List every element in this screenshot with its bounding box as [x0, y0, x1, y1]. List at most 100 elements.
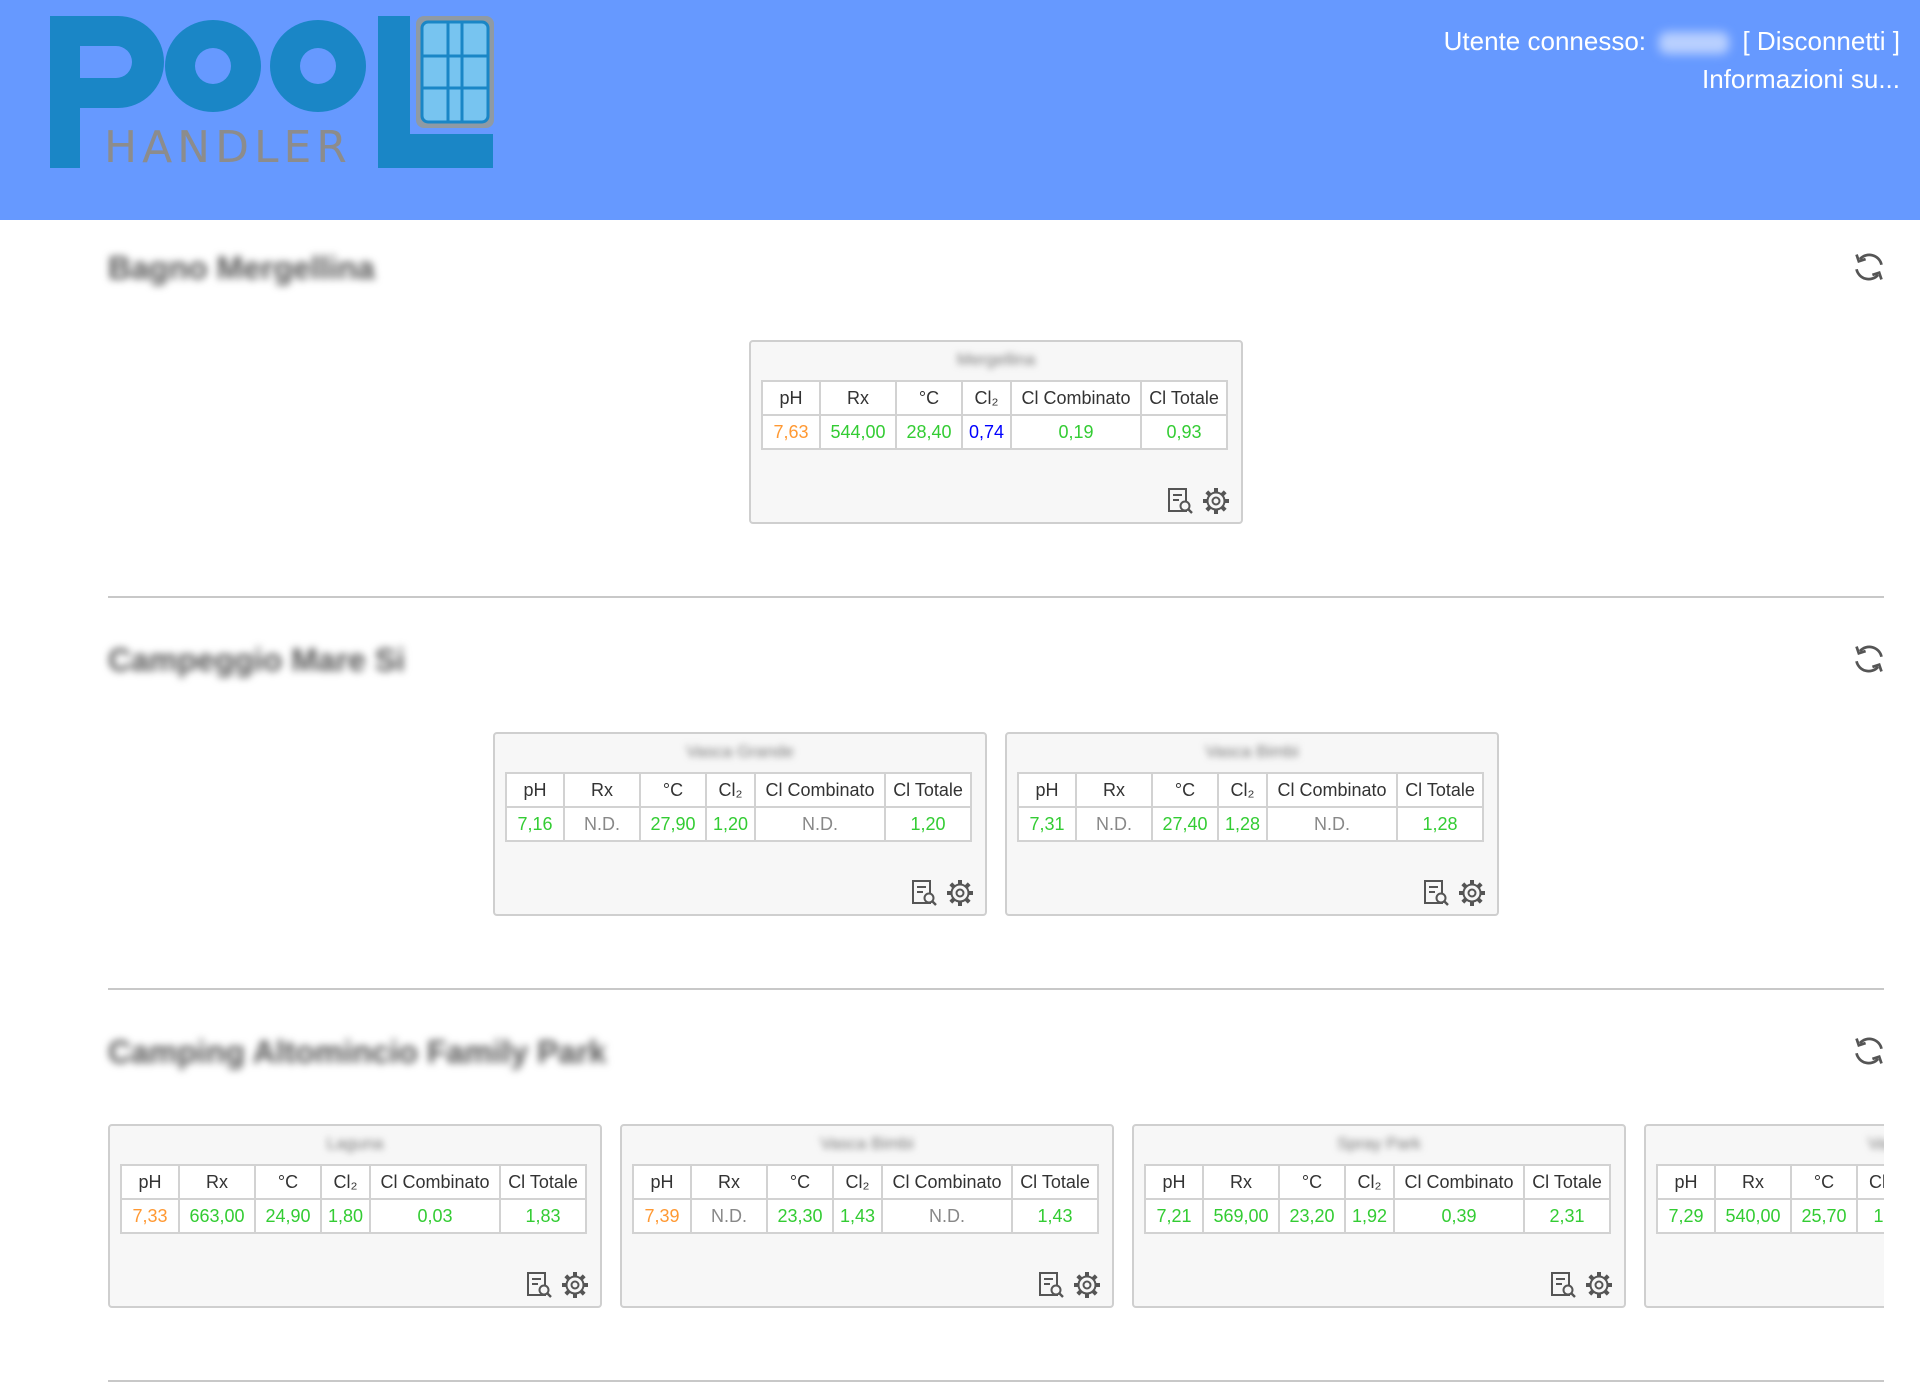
pool-card: Vasca Grande pH Rx °C Cl₂ Cl Combinato Cl Tota…	[493, 732, 987, 916]
pool-card: Vasca pHRx°CCl₂Cl CombinatoCl Totale7,295…	[1644, 1124, 1884, 1308]
report-search-icon[interactable]	[1165, 486, 1195, 516]
section-divider	[108, 596, 1884, 598]
measure-value: 0,74	[960, 414, 1013, 450]
values-row: 7,16 N.D. 27,90 1,20 N.D. 1,20	[505, 806, 973, 842]
gear-icon[interactable]	[945, 878, 975, 908]
disconnect-link[interactable]: [ Disconnetti ]	[1742, 26, 1900, 56]
column-header: Cl Combinato	[1010, 380, 1143, 416]
measure-value: 569,00	[1202, 1198, 1280, 1234]
gear-icon[interactable]	[560, 1270, 590, 1300]
header-row: pHRx°CCl₂Cl CombinatoCl Totale	[120, 1164, 588, 1200]
refresh-button[interactable]	[1852, 642, 1892, 682]
column-header: Cl Totale	[1011, 1164, 1100, 1200]
refresh-icon[interactable]	[1852, 250, 1886, 284]
values-row: 7,21 569,00 23,20 1,92 0,39 2,31	[1144, 1198, 1612, 1234]
column-header: pH	[505, 772, 565, 808]
svg-text:HANDLER: HANDLER	[104, 122, 352, 172]
refresh-button[interactable]	[1852, 250, 1892, 290]
measure-value: 25,70	[1790, 1198, 1858, 1234]
column-header: Rx	[819, 380, 897, 416]
header-row: pHRx°CCl₂Cl CombinatoCl Totale	[761, 380, 1229, 416]
site-title: Camping Altomincio Family Park	[108, 1034, 607, 1070]
gear-icon[interactable]	[1072, 1270, 1102, 1300]
pool-card: Vasca Bimbi pH Rx °C Cl₂ Cl Combinato Cl Total…	[620, 1124, 1114, 1308]
measures-table: pH Rx °C Cl₂ Cl Combinato Cl Totale 7,63 544,00…	[761, 380, 1229, 450]
column-header: °C	[254, 1164, 322, 1200]
info-link[interactable]: Informazioni su...	[1444, 60, 1900, 98]
measures-table: pH Rx °C Cl₂ Cl Combinato Cl Totale 7,33 663,00…	[120, 1164, 588, 1234]
measure-value: 1,20	[704, 806, 757, 842]
measure-value: 7,31	[1017, 806, 1077, 842]
pool-card: Vasca Bimbi pH Rx °C Cl₂ Cl Combinato Cl Total…	[1005, 732, 1499, 916]
column-header: Cl Combinato	[754, 772, 887, 808]
pool-card: Mergellina pH Rx °C Cl₂ Cl Combinato Cl Totale…	[749, 340, 1243, 524]
measure-value: N.D.	[1266, 806, 1399, 842]
report-search-icon[interactable]	[1421, 878, 1451, 908]
refresh-icon[interactable]	[1852, 642, 1886, 676]
pool-cards-row: Laguna pH Rx °C Cl₂ Cl Combinato Cl Totale 7,33…	[108, 1124, 1884, 1314]
pool-name: Vasca	[1868, 1134, 1884, 1153]
report-search-icon[interactable]	[909, 878, 939, 908]
column-header: Cl Totale	[1140, 380, 1229, 416]
card-actions	[909, 878, 975, 908]
header-row: pHRx°CCl₂Cl CombinatoCl Totale	[1144, 1164, 1612, 1200]
measure-value: 540,00	[1714, 1198, 1792, 1234]
measure-value: 0,03	[369, 1198, 502, 1234]
column-header: Cl₂	[960, 380, 1013, 416]
column-header: pH	[1144, 1164, 1204, 1200]
measure-value: 0,39	[1393, 1198, 1526, 1234]
measure-value: N.D.	[1075, 806, 1153, 842]
column-header: pH	[120, 1164, 180, 1200]
pool-name: Vasca Bimbi	[820, 1134, 914, 1153]
measure-value: N.D.	[881, 1198, 1014, 1234]
column-header: pH	[761, 380, 821, 416]
gear-icon[interactable]	[1201, 486, 1231, 516]
values-row: 7,31 N.D. 27,40 1,28 N.D. 1,28	[1017, 806, 1485, 842]
report-search-icon[interactable]	[1036, 1270, 1066, 1300]
pool-name: Laguna	[326, 1134, 384, 1153]
pool-card: Spray Park pH Rx °C Cl₂ Cl Combinato Cl Totale…	[1132, 1124, 1626, 1308]
card-actions	[1421, 878, 1487, 908]
measure-value: 0,19	[1010, 414, 1143, 450]
measure-value: 7,21	[1144, 1198, 1204, 1234]
refresh-button[interactable]	[1852, 1034, 1892, 1074]
values-row: 7,33 663,00 24,90 1,80 0,03 1,83	[120, 1198, 588, 1234]
measure-value: 27,90	[639, 806, 707, 842]
user-label: Utente connesso:	[1443, 26, 1647, 56]
column-header: Rx	[1202, 1164, 1280, 1200]
measure-value: 1,92	[1343, 1198, 1396, 1234]
measure-value: N.D.	[690, 1198, 768, 1234]
report-search-icon[interactable]	[524, 1270, 554, 1300]
measure-value: 0,93	[1140, 414, 1229, 450]
measures-table: pH Rx °C Cl₂ Cl Combinato Cl Totale 7,21 569,00…	[1144, 1164, 1612, 1234]
measure-value: 28,40	[895, 414, 963, 450]
column-header: Cl₂	[1343, 1164, 1396, 1200]
measure-value: 1,83	[499, 1198, 588, 1234]
column-header: °C	[895, 380, 963, 416]
pool-name: Mergellina	[956, 350, 1036, 369]
gear-icon[interactable]	[1457, 878, 1487, 908]
column-header: °C	[1790, 1164, 1858, 1200]
pool-name: Spray Park	[1336, 1134, 1422, 1153]
measure-value: 7,63	[761, 414, 821, 450]
column-header: Cl₂	[1216, 772, 1269, 808]
gear-icon[interactable]	[1584, 1270, 1614, 1300]
measure-value: 1,80	[319, 1198, 372, 1234]
measure-value: 663,00	[178, 1198, 256, 1234]
column-header: Cl₂	[704, 772, 757, 808]
refresh-icon[interactable]	[1852, 1034, 1886, 1068]
header-row: pHRx°CCl₂Cl CombinatoCl Totale	[1017, 772, 1485, 808]
values-row: 7,29540,0025,701,	[1656, 1198, 1884, 1234]
column-header: °C	[1151, 772, 1219, 808]
measure-value: 27,40	[1151, 806, 1219, 842]
card-actions	[1548, 1270, 1614, 1300]
measure-value: 7,39	[632, 1198, 692, 1234]
measure-value: 1,43	[831, 1198, 884, 1234]
header-row: pHRx°CCl₂Cl CombinatoCl Totale	[632, 1164, 1100, 1200]
column-header: Rx	[690, 1164, 768, 1200]
measure-value: 23,20	[1278, 1198, 1346, 1234]
column-header: °C	[639, 772, 707, 808]
site-title: Campeggio Mare Si	[108, 642, 405, 678]
report-search-icon[interactable]	[1548, 1270, 1578, 1300]
site-title: Bagno Mergellina	[108, 250, 375, 286]
